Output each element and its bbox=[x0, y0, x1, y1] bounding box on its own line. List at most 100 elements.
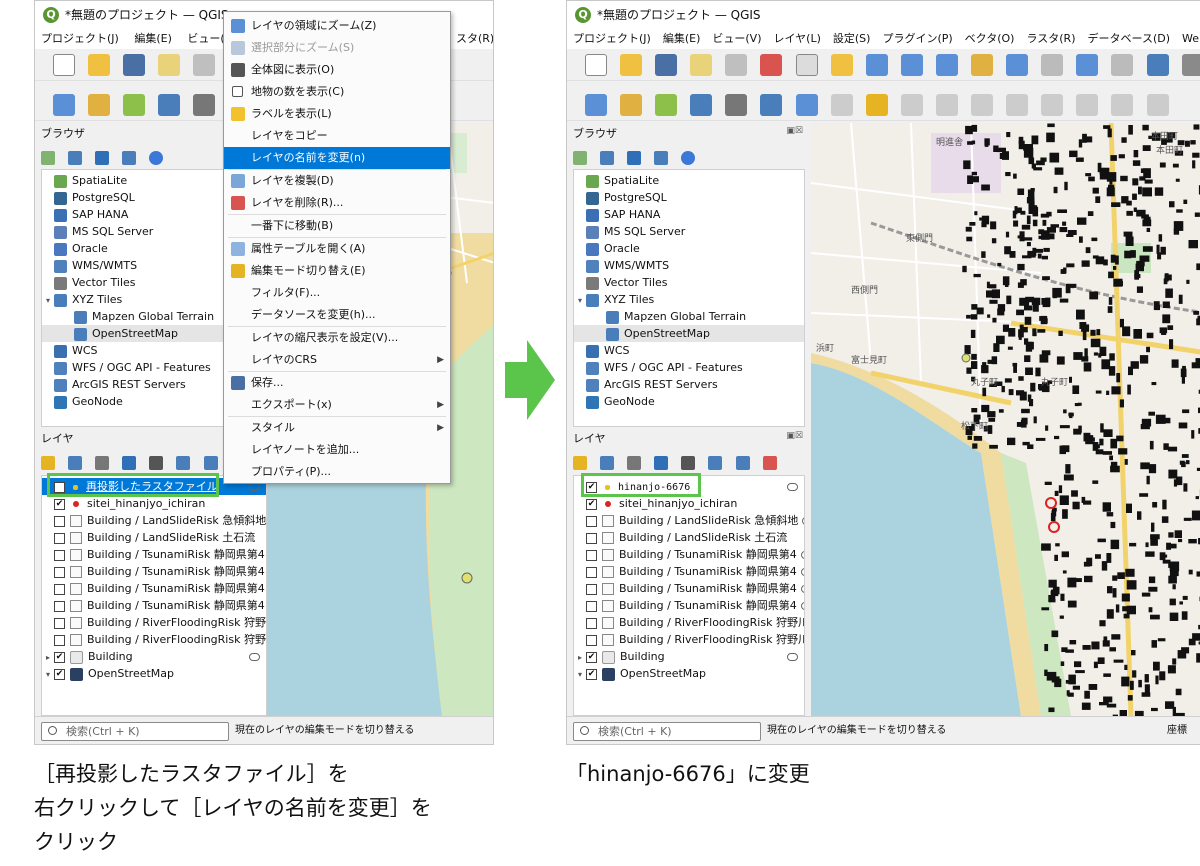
context-menu-item[interactable]: 一番下に移動(B) bbox=[224, 215, 450, 237]
context-menu-item[interactable]: 保存... bbox=[224, 372, 450, 394]
expand-arrow-icon[interactable]: ▾ bbox=[46, 292, 54, 309]
browser-item[interactable]: WMS/WMTS bbox=[574, 257, 804, 274]
save-edits-icon[interactable] bbox=[900, 94, 923, 116]
collapse-layers-icon[interactable] bbox=[203, 455, 218, 470]
layer-visibility-checkbox[interactable] bbox=[54, 549, 65, 561]
layer-row[interactable]: Building / LandSlideRisk 急傾斜地崩 bbox=[42, 512, 266, 529]
layer-visibility-checkbox[interactable] bbox=[54, 566, 65, 578]
visibility-icon[interactable] bbox=[627, 455, 642, 470]
context-menu-item[interactable]: 選択部分にズーム(S) bbox=[224, 37, 450, 59]
locator-search-input[interactable]: 検索(Ctrl + K) bbox=[41, 722, 229, 741]
menu-item[interactable]: Web(W) bbox=[1176, 29, 1200, 49]
zoom-out-icon[interactable] bbox=[900, 54, 923, 76]
open-project-icon[interactable] bbox=[620, 54, 643, 76]
save-as-icon[interactable] bbox=[158, 54, 181, 76]
expand-arrow-icon[interactable]: ▾ bbox=[46, 666, 54, 683]
info-icon[interactable] bbox=[681, 150, 696, 165]
pan-to-selection-icon[interactable] bbox=[830, 54, 853, 76]
layer-visibility-checkbox[interactable] bbox=[586, 549, 597, 561]
remove-layer-icon[interactable] bbox=[762, 455, 777, 470]
layer-visibility-checkbox[interactable]: ✔ bbox=[586, 651, 597, 663]
menu-item[interactable]: 編集(E) bbox=[657, 29, 707, 49]
add-layer-icon[interactable] bbox=[725, 94, 748, 116]
browser-item[interactable]: Vector Tiles bbox=[574, 274, 804, 291]
menu-item[interactable]: データベース(D) bbox=[1082, 29, 1177, 49]
collapse-layers-icon[interactable] bbox=[735, 455, 750, 470]
zoom-in-icon[interactable] bbox=[865, 54, 888, 76]
add-vector-icon[interactable] bbox=[655, 94, 678, 116]
layer-row[interactable]: Building / TsunamiRisk 静岡県第4地 bbox=[574, 546, 804, 563]
save-project-icon[interactable] bbox=[655, 54, 678, 76]
menu-item[interactable]: ベクタ(O) bbox=[959, 29, 1021, 49]
layer-row[interactable]: ▸ ✔ Building bbox=[42, 648, 266, 665]
context-menu-item[interactable]: データソースを変更(h)... bbox=[224, 304, 450, 326]
layer-visibility-checkbox[interactable] bbox=[54, 634, 65, 646]
layer-visibility-checkbox[interactable]: ✔ bbox=[54, 498, 65, 510]
expand-arrow-icon[interactable]: ▾ bbox=[578, 292, 586, 309]
menu-item[interactable]: ビュー(V) bbox=[706, 29, 767, 49]
layer-row[interactable]: Building / TsunamiRisk 静岡県第4地 bbox=[42, 563, 266, 580]
context-menu-item[interactable]: レイヤのCRS ▶ bbox=[224, 349, 450, 371]
layer-indicator-icon[interactable] bbox=[802, 517, 804, 525]
browser-item[interactable]: PostgreSQL bbox=[574, 189, 804, 206]
layer-indicator-icon[interactable] bbox=[787, 653, 798, 661]
layer-row[interactable]: Building / TsunamiRisk 静岡県第4地 bbox=[574, 597, 804, 614]
browser-item[interactable]: SAP HANA bbox=[574, 206, 804, 223]
add-group-icon[interactable] bbox=[68, 455, 83, 470]
context-menu-item[interactable]: スタイル ▶ bbox=[224, 417, 450, 439]
style-panel-icon[interactable] bbox=[573, 455, 587, 470]
save-project-icon[interactable] bbox=[123, 54, 146, 76]
layer-row[interactable]: Building / RiverFloodingRisk 狩野川< bbox=[574, 614, 804, 631]
layer-row[interactable]: Building / RiverFloodingRisk 狩野川< bbox=[42, 614, 266, 631]
visibility-icon[interactable] bbox=[95, 455, 110, 470]
browser-item[interactable]: WFS / OGC API - Features bbox=[574, 359, 804, 376]
new-geopackage-icon[interactable] bbox=[620, 94, 643, 116]
layer-row[interactable]: ✔ sitei_hinanjyo_ichiran bbox=[42, 495, 266, 512]
toggle-editing-icon[interactable] bbox=[865, 94, 888, 116]
layer-indicator-icon[interactable] bbox=[800, 551, 804, 559]
new-project-icon[interactable] bbox=[585, 54, 607, 76]
context-menu-item[interactable]: ラベルを表示(L) bbox=[224, 103, 450, 125]
map-canvas[interactable]: 本田町 明進舎 本田町 東側門 西側門 富士見町 浜町 丸子町 丸子町 松下町 bbox=[811, 123, 1200, 716]
layer-row[interactable]: Building / TsunamiRisk 静岡県第4地 bbox=[574, 580, 804, 597]
expression-filter-icon[interactable] bbox=[149, 455, 164, 470]
browser-item[interactable]: MS SQL Server bbox=[574, 223, 804, 240]
layer-visibility-checkbox[interactable] bbox=[54, 515, 65, 527]
layer-visibility-checkbox[interactable] bbox=[586, 634, 597, 646]
context-menu-item[interactable]: 属性テーブルを開く(A) bbox=[224, 238, 450, 260]
add-layer-icon[interactable] bbox=[193, 94, 216, 116]
layer-row[interactable]: ▾ ✔ OpenStreetMap bbox=[574, 665, 804, 682]
vertex-tool-icon[interactable] bbox=[971, 94, 994, 116]
context-menu-item[interactable]: レイヤの領域にズーム(Z) bbox=[224, 15, 450, 37]
context-menu-item[interactable]: レイヤの縮尺表示を設定(V)... bbox=[224, 327, 450, 349]
add-selected-layers-icon[interactable] bbox=[573, 150, 587, 165]
layer-visibility-checkbox[interactable]: ✔ bbox=[54, 668, 65, 680]
panel-float-close-icon[interactable]: ▣☒ bbox=[786, 126, 803, 136]
print-layout-icon[interactable] bbox=[725, 54, 748, 76]
zoom-native-icon[interactable] bbox=[1041, 54, 1064, 76]
menu-item[interactable]: レイヤ(L) bbox=[767, 29, 826, 49]
layer-row[interactable]: Building / RiverFloodingRisk 狩野川< bbox=[42, 631, 266, 648]
layer-indicator-icon[interactable] bbox=[800, 602, 804, 610]
info-icon[interactable] bbox=[149, 150, 164, 165]
layer-visibility-checkbox[interactable] bbox=[54, 532, 65, 544]
browser-item[interactable]: GeoNode bbox=[574, 393, 804, 410]
add-group-icon[interactable] bbox=[600, 455, 615, 470]
layer-row[interactable]: Building / TsunamiRisk 静岡県第4地 bbox=[42, 597, 266, 614]
print-layout-icon[interactable] bbox=[193, 54, 216, 76]
digitize-icon[interactable] bbox=[690, 94, 713, 116]
layer-visibility-checkbox[interactable] bbox=[586, 566, 597, 578]
data-source-manager-icon[interactable] bbox=[585, 94, 607, 116]
add-selected-layers-icon[interactable] bbox=[41, 150, 55, 165]
delete-selected-icon[interactable] bbox=[1006, 94, 1029, 116]
refresh-icon[interactable] bbox=[68, 150, 83, 165]
layer-visibility-checkbox[interactable] bbox=[586, 532, 597, 544]
layer-visibility-checkbox[interactable]: ✔ bbox=[54, 651, 65, 663]
context-menu-item[interactable]: レイヤを削除(R)... bbox=[224, 192, 450, 214]
menu-project[interactable]: プロジェクト(J) bbox=[35, 29, 125, 49]
add-vector-icon[interactable] bbox=[123, 94, 146, 116]
zoom-full-icon[interactable] bbox=[935, 54, 958, 76]
browser-item[interactable]: SpatiaLite bbox=[574, 172, 804, 189]
open-project-icon[interactable] bbox=[88, 54, 111, 76]
add-feature-icon[interactable] bbox=[935, 94, 958, 116]
